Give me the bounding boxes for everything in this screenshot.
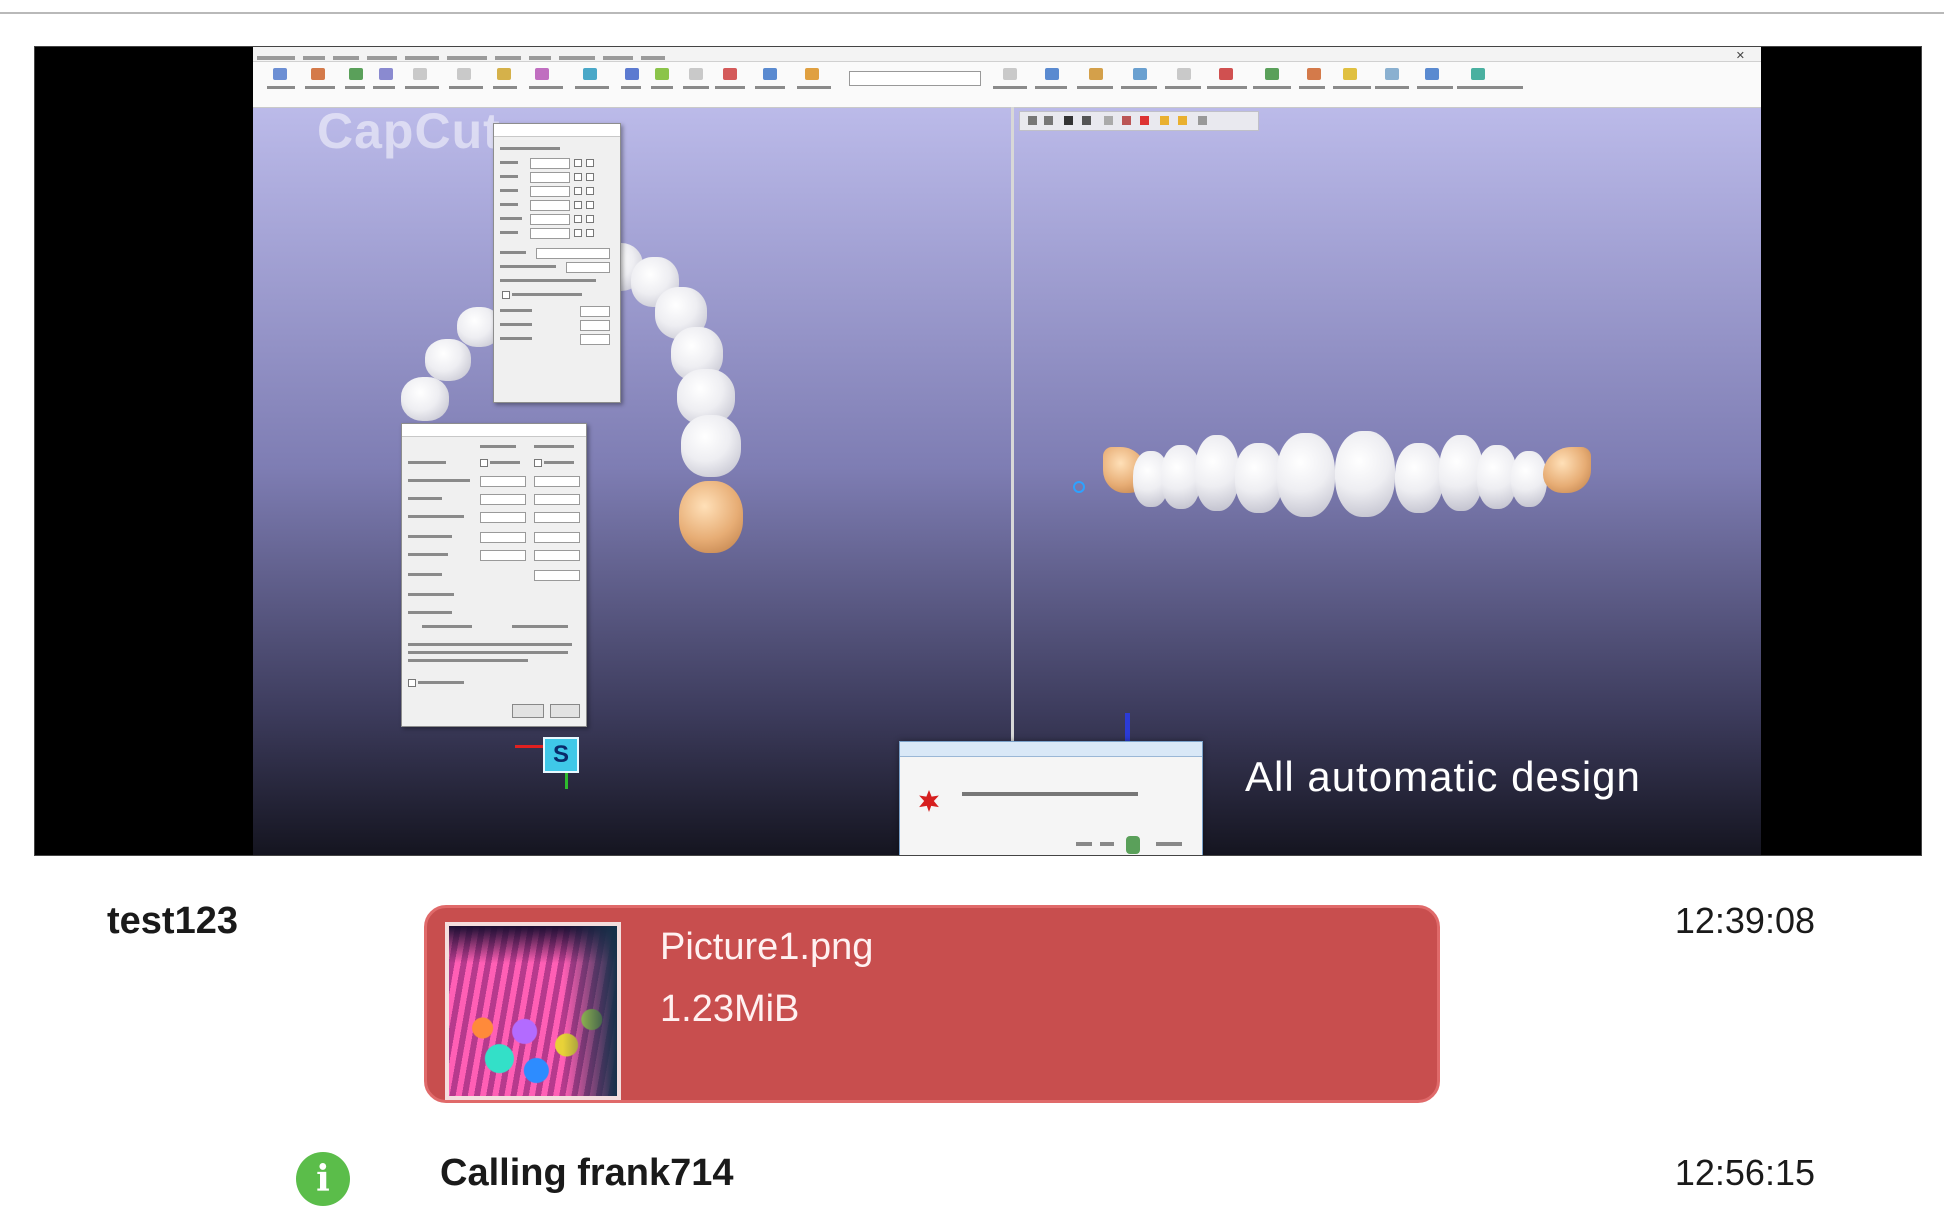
- file-name: Picture1.png: [660, 926, 874, 968]
- message-timestamp: 12:39:08: [1674, 900, 1815, 941]
- parameter-dialog: [493, 123, 621, 403]
- view-marker: [1073, 481, 1085, 493]
- app-menubar: ✕: [253, 47, 1761, 62]
- file-attachment-card[interactable]: Picture1.png 1.23MiB: [424, 905, 1440, 1103]
- message-timestamp: 12:56:15: [1674, 1152, 1815, 1193]
- info-icon: i: [296, 1152, 350, 1206]
- notification-dialog: [899, 741, 1203, 855]
- shared-screen: ✕ CapCut S All automatic design: [253, 47, 1761, 855]
- call-status-text: Calling frank714: [440, 1152, 734, 1194]
- selected-tooth: [679, 481, 743, 553]
- toolbar-search-field: [849, 71, 981, 86]
- capcut-watermark: CapCut: [317, 103, 501, 159]
- video-caption: All automatic design: [1245, 753, 1641, 800]
- maple-leaf-icon: [919, 790, 939, 812]
- viewport-toolbar: [1019, 111, 1259, 131]
- setup-dialog: [401, 423, 587, 727]
- x-axis-indicator: [515, 745, 543, 748]
- top-divider: [0, 12, 1944, 14]
- file-size: 1.23MiB: [660, 988, 800, 1030]
- message-sender: test123: [107, 900, 238, 942]
- window-close-icon: ✕: [1735, 50, 1745, 62]
- video-player[interactable]: ✕ CapCut S All automatic design: [34, 46, 1922, 856]
- image-thumbnail[interactable]: [445, 922, 621, 1100]
- axis-gizmo: S: [543, 737, 579, 773]
